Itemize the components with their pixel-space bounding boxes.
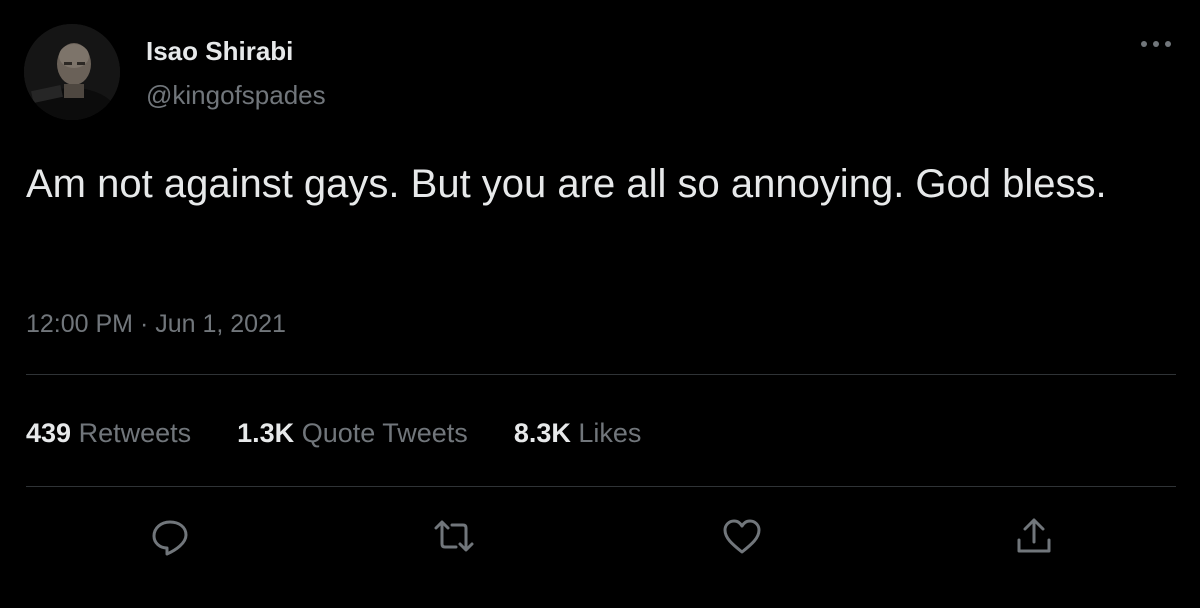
likes-label: Likes — [578, 418, 642, 448]
heart-icon — [723, 519, 761, 554]
share-button[interactable] — [1012, 514, 1056, 558]
divider — [26, 486, 1176, 487]
divider — [26, 374, 1176, 375]
reply-icon — [152, 520, 188, 556]
author-display-name[interactable]: Isao Shirabi — [146, 36, 293, 67]
reply-button[interactable] — [148, 514, 192, 558]
profile-photo-icon — [24, 24, 120, 120]
quote-tweets-label: Quote Tweets — [301, 418, 468, 448]
author-handle[interactable]: @kingofspades — [146, 80, 326, 111]
tweet-card: Isao Shirabi @kingofspades Am not agains… — [0, 0, 1200, 608]
more-options-button[interactable] — [1136, 34, 1176, 54]
likes-count: 8.3K — [513, 418, 571, 448]
engagement-stats: 439 Retweets 1.3K Quote Tweets 8.3K Like… — [26, 418, 687, 449]
tweet-timestamp[interactable]: 12:00 PM · Jun 1, 2021 — [26, 310, 286, 339]
retweets-label: Retweets — [78, 418, 192, 448]
retweet-icon — [434, 520, 474, 552]
retweets-stat[interactable]: 439 Retweets — [26, 418, 191, 449]
quote-tweets-stat[interactable]: 1.3K Quote Tweets — [237, 418, 468, 449]
share-icon — [1017, 518, 1051, 553]
tweet-text: Am not against gays. But you are all so … — [26, 162, 1107, 206]
more-horizontal-icon — [1141, 41, 1171, 47]
retweet-button[interactable] — [432, 514, 476, 558]
retweets-count: 439 — [26, 418, 72, 448]
likes-stat[interactable]: 8.3K Likes — [514, 418, 642, 449]
avatar[interactable] — [24, 24, 120, 120]
like-button[interactable] — [720, 514, 764, 558]
quote-tweets-count: 1.3K — [237, 418, 295, 448]
